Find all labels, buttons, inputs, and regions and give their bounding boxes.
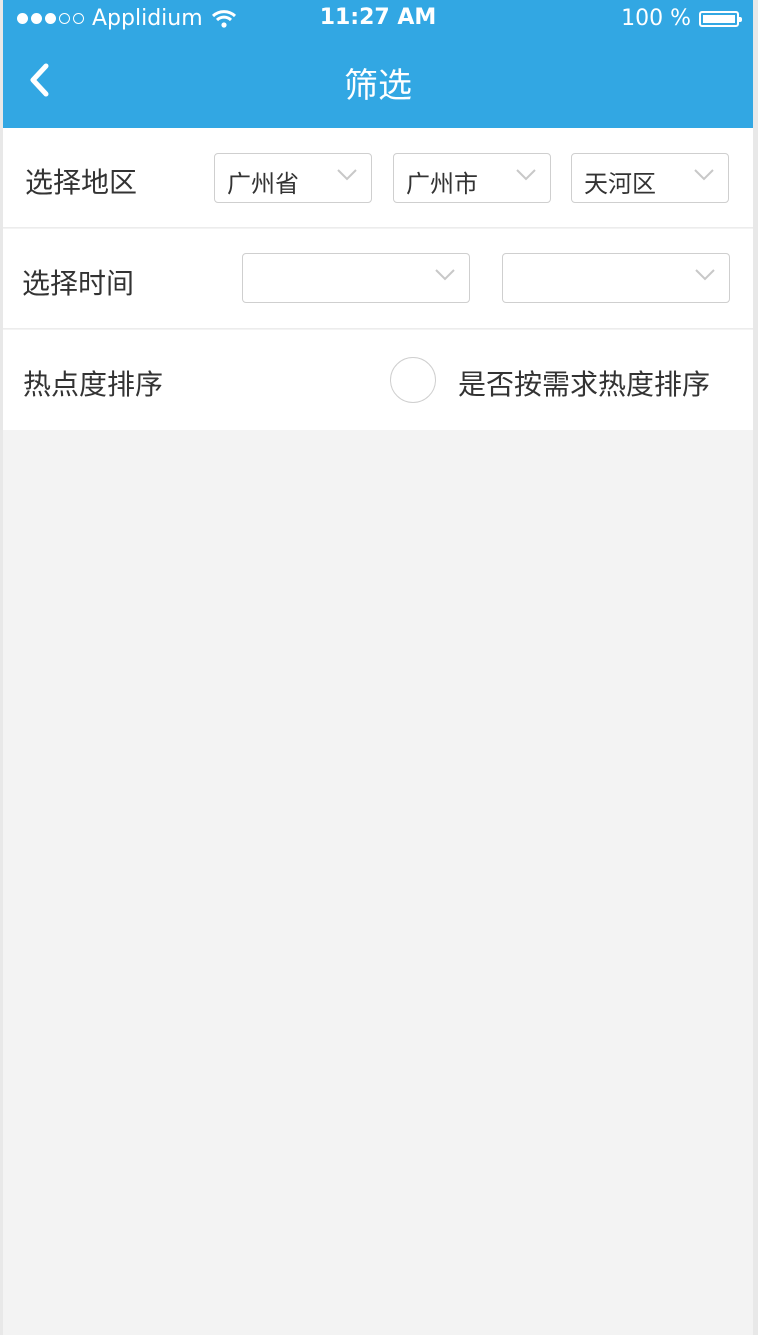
region-label: 选择地区 [25,166,138,199]
sort-option-text: 是否按需求热度排序 [458,368,711,401]
screen: Applidium 11:27 AM 100 % 筛选 选择地区 广州省 广州市… [3,0,753,1335]
chevron-down-icon [694,169,714,181]
province-select[interactable]: 广州省 [214,153,372,203]
district-select[interactable]: 天河区 [571,153,729,203]
end-time-select[interactable] [502,253,730,303]
city-value: 广州市 [406,170,478,198]
province-value: 广州省 [227,170,299,198]
chevron-down-icon [695,269,715,281]
chevron-down-icon [516,169,536,181]
city-select[interactable]: 广州市 [393,153,551,203]
start-time-select[interactable] [242,253,470,303]
battery-icon [699,10,742,27]
page-title: 筛选 [344,66,412,106]
battery-status: 100 % [621,6,742,31]
battery-percent: 100 % [621,6,691,31]
sort-row: 热点度排序 是否按需求热度排序 [3,330,753,430]
region-row: 选择地区 广州省 广州市 天河区 [3,128,753,228]
chevron-down-icon [435,269,455,281]
sort-radio[interactable] [390,357,436,403]
sort-label: 热点度排序 [23,368,164,401]
time-label: 选择时间 [22,267,135,300]
chevron-down-icon [337,169,357,181]
district-value: 天河区 [584,170,656,198]
status-bar: Applidium 11:27 AM 100 % [3,0,753,40]
navigation-bar: 筛选 [3,40,753,128]
time-row: 选择时间 [3,229,753,329]
